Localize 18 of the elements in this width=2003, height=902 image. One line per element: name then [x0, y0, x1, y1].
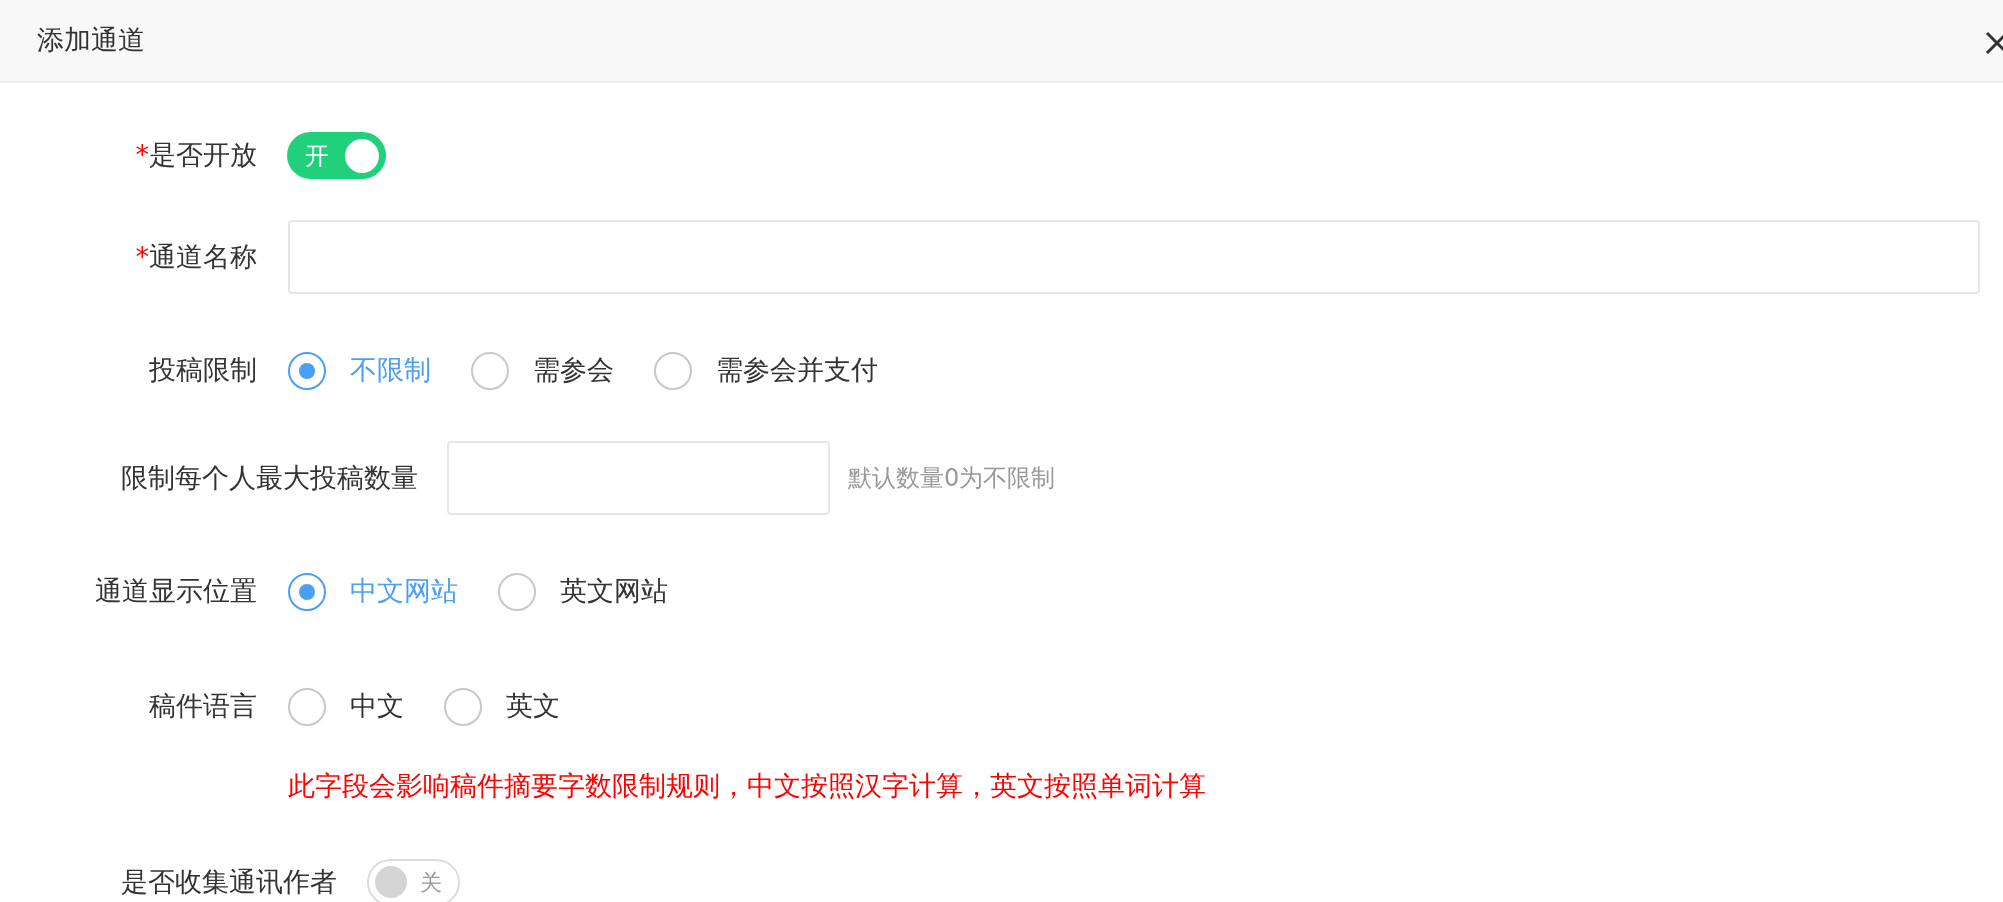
dialog-title: 添加通道: [37, 23, 145, 58]
radio-option[interactable]: 需参会并支付: [654, 350, 878, 391]
input-field[interactable]: [447, 441, 830, 515]
input-field[interactable]: [288, 220, 1980, 294]
field-label: 限制每个人最大投稿数量: [121, 460, 418, 495]
field-label: *是否开放: [135, 138, 257, 173]
close-icon[interactable]: [1985, 31, 2003, 55]
radio-option[interactable]: 英文: [444, 686, 560, 727]
radio-option[interactable]: 英文网站: [498, 571, 668, 612]
radio-option[interactable]: 中文: [288, 686, 404, 727]
warning-note: 此字段会影响稿件摘要字数限制规则，中文按照汉字计算，英文按照单词计算: [288, 769, 1207, 803]
field-label: 稿件语言: [149, 689, 257, 724]
field-label: 通道显示位置: [95, 574, 257, 609]
field-label: 投稿限制: [149, 353, 257, 388]
hint-text: 默认数量0为不限制: [848, 463, 1056, 494]
field-label: 是否收集通讯作者: [121, 864, 337, 899]
field-label: *通道名称: [135, 239, 257, 274]
radio-option[interactable]: 需参会: [471, 350, 614, 391]
